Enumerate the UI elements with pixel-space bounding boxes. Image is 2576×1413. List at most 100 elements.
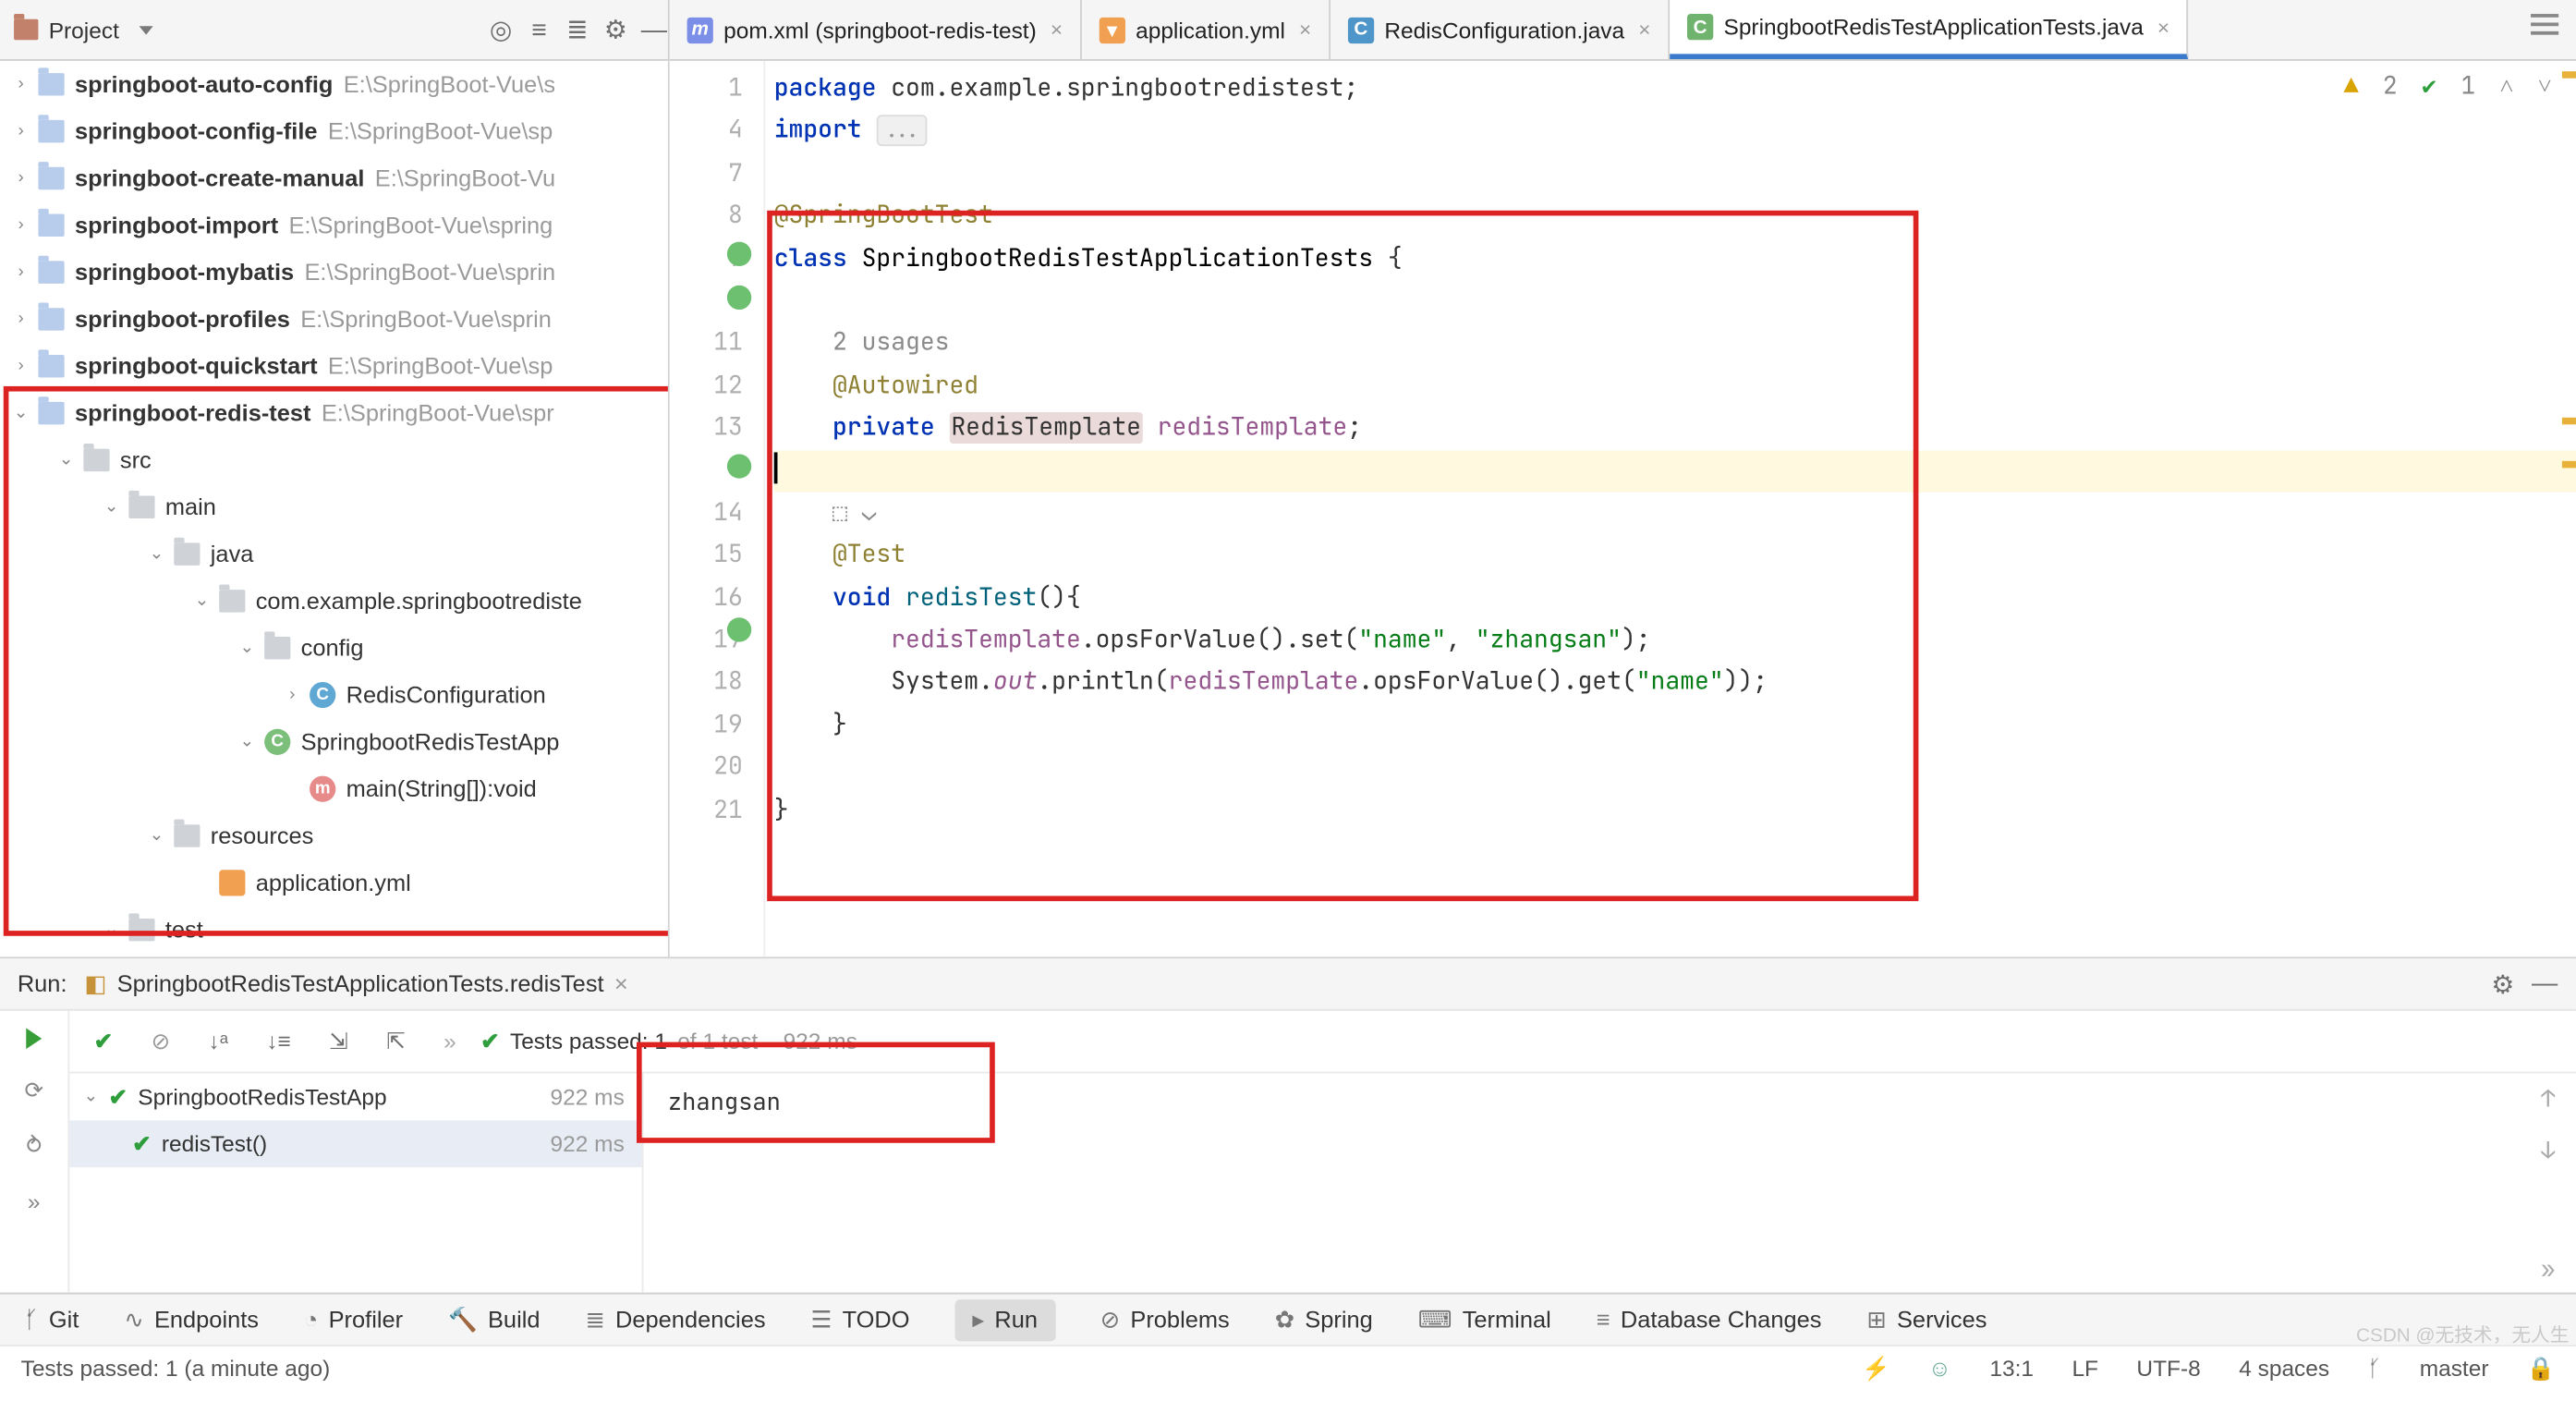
bottom-tool-database-changes[interactable]: ≡Database Changes bbox=[1597, 1307, 1822, 1333]
run-config[interactable]: ◧ SpringbootRedisTestApplicationTests.re… bbox=[84, 969, 627, 997]
tabs-menu-icon[interactable] bbox=[2531, 14, 2558, 35]
tab-yml[interactable]: ▾ application.yml × bbox=[1082, 0, 1331, 59]
run-gutter-icon[interactable] bbox=[727, 242, 751, 266]
toggle-auto-icon[interactable]: ⟳ bbox=[24, 1077, 43, 1104]
close-icon[interactable]: × bbox=[1051, 18, 1063, 42]
tree-item[interactable]: mmain(String[]):void bbox=[0, 765, 668, 812]
console-output[interactable]: zhangsan ↑ ↓ » bbox=[644, 1074, 2576, 1293]
scroll-down-icon[interactable]: ↓ bbox=[2541, 1136, 2555, 1167]
project-panel-title[interactable]: Project bbox=[49, 17, 119, 43]
run-gutter-icon[interactable] bbox=[727, 286, 751, 310]
more-icon[interactable]: » bbox=[28, 1188, 41, 1214]
sort-icon[interactable]: ↓ᵃ bbox=[209, 1029, 228, 1054]
expand-icon[interactable]: ⌄ bbox=[101, 497, 122, 517]
code-editor[interactable]: ▲2 ✔1 ˄ ˅ 147891112131415161718192021 pa… bbox=[670, 61, 2576, 956]
bottom-tool-problems[interactable]: ⊘Problems bbox=[1100, 1306, 1230, 1334]
tree-item[interactable]: ⌄com.example.springbootrediste bbox=[0, 578, 668, 625]
bottom-tool-endpoints[interactable]: ∿Endpoints bbox=[124, 1306, 259, 1334]
test-tree-row[interactable]: ✔redisTest()922 ms bbox=[69, 1120, 641, 1167]
tree-item[interactable]: ›springboot-importE:\SpringBoot-Vue\spri… bbox=[0, 201, 668, 249]
file-encoding[interactable]: UTF-8 bbox=[2136, 1355, 2200, 1381]
bottom-tool-git[interactable]: ᚶGit bbox=[24, 1307, 79, 1333]
expand-icon[interactable]: ⌄ bbox=[237, 733, 258, 752]
expand-icon[interactable]: › bbox=[10, 262, 31, 282]
close-icon[interactable]: × bbox=[2157, 15, 2169, 39]
expand-icon[interactable]: ⌄ bbox=[55, 451, 77, 470]
tree-item[interactable]: ⌄config bbox=[0, 625, 668, 672]
tab-tests[interactable]: C SpringbootRedisTestApplicationTests.ja… bbox=[1670, 0, 2189, 59]
run-gutter-icon[interactable] bbox=[727, 454, 751, 478]
show-ignored-icon[interactable]: ⊘ bbox=[152, 1028, 171, 1055]
line-gutter[interactable]: 147891112131415161718192021 bbox=[670, 61, 766, 956]
sort-dur-icon[interactable]: ↓≡ bbox=[266, 1029, 291, 1054]
collapse-icon[interactable]: ⇱ bbox=[386, 1028, 406, 1055]
minimize-icon[interactable]: — bbox=[2531, 969, 2558, 997]
rerun-icon[interactable] bbox=[26, 1029, 42, 1050]
expand-icon[interactable]: ⌄ bbox=[10, 404, 31, 423]
bottom-tool-dependencies[interactable]: ≣Dependencies bbox=[585, 1306, 765, 1334]
tab-pom[interactable]: m pom.xml (springboot-redis-test) × bbox=[670, 0, 1082, 59]
expand-all-icon[interactable]: ≡ bbox=[526, 16, 553, 43]
close-icon[interactable]: × bbox=[1299, 18, 1311, 42]
expand-icon[interactable]: ⌄ bbox=[146, 826, 167, 846]
minimize-icon[interactable]: — bbox=[640, 16, 668, 43]
tree-item[interactable]: ⌄main bbox=[0, 483, 668, 530]
bottom-tool-profiler[interactable]: ◔Profiler bbox=[304, 1307, 403, 1333]
lock-icon[interactable]: 🔒 bbox=[2527, 1355, 2555, 1383]
tree-item[interactable]: ›springboot-quickstartE:\SpringBoot-Vue\… bbox=[0, 343, 668, 390]
stripe-warning[interactable] bbox=[2562, 461, 2576, 469]
expand-icon[interactable]: › bbox=[282, 686, 303, 705]
tab-redisconfig[interactable]: C RedisConfiguration.java × bbox=[1331, 0, 1670, 59]
close-icon[interactable]: × bbox=[1638, 18, 1650, 42]
expand-icon[interactable]: ⌄ bbox=[237, 639, 258, 658]
run-gutter-icon[interactable] bbox=[727, 617, 751, 641]
tree-item[interactable]: ⌄springboot-redis-testE:\SpringBoot-Vue\… bbox=[0, 390, 668, 437]
bottom-tool-todo[interactable]: ☰TODO bbox=[811, 1306, 910, 1334]
tree-item[interactable]: ⌄java bbox=[0, 530, 668, 578]
tree-item[interactable]: ›springboot-mybatisE:\SpringBoot-Vue\spr… bbox=[0, 249, 668, 296]
expand-icon[interactable]: › bbox=[10, 169, 31, 189]
project-dropdown-icon[interactable] bbox=[140, 25, 153, 33]
ai-robot-icon[interactable]: ☺ bbox=[1928, 1355, 1951, 1381]
expand-icon[interactable]: › bbox=[10, 215, 31, 235]
tree-item[interactable]: ⌄src bbox=[0, 437, 668, 484]
expand-icon[interactable]: › bbox=[10, 357, 31, 376]
expand-icon[interactable]: › bbox=[10, 75, 31, 94]
stripe-warning[interactable] bbox=[2562, 71, 2576, 79]
settings-icon[interactable]: ⚙ bbox=[601, 16, 629, 43]
tree-item[interactable]: ›springboot-create-manualE:\SpringBoot-V… bbox=[0, 155, 668, 202]
bottom-tool-build[interactable]: 🔨Build bbox=[448, 1306, 540, 1334]
tree-item[interactable]: application.yml bbox=[0, 859, 668, 907]
line-separator[interactable]: LF bbox=[2072, 1355, 2098, 1381]
tree-item[interactable]: ›springboot-config-fileE:\SpringBoot-Vue… bbox=[0, 108, 668, 155]
tree-item[interactable]: ›CRedisConfiguration bbox=[0, 672, 668, 719]
collapse-all-icon[interactable]: ≣ bbox=[564, 16, 591, 43]
bottom-tool-run[interactable]: ▸Run bbox=[955, 1298, 1055, 1340]
tree-item[interactable]: ⌄CSpringbootRedisTestApp bbox=[0, 718, 668, 765]
expand-icon[interactable]: ⌄ bbox=[101, 920, 122, 940]
bottom-tool-terminal[interactable]: ⌨Terminal bbox=[1418, 1306, 1551, 1334]
tree-item[interactable]: ›springboot-profilesE:\SpringBoot-Vue\sp… bbox=[0, 296, 668, 343]
more-icon[interactable]: » bbox=[2541, 1254, 2555, 1285]
scroll-up-icon[interactable]: ↑ bbox=[2541, 1084, 2555, 1115]
prev-icon[interactable]: » bbox=[444, 1029, 456, 1054]
stripe-warning[interactable] bbox=[2562, 418, 2576, 425]
expand-icon[interactable]: › bbox=[10, 122, 31, 141]
test-tree-row[interactable]: ⌄✔SpringbootRedisTestApp922 ms bbox=[69, 1074, 641, 1121]
git-branch[interactable]: master bbox=[2420, 1355, 2489, 1381]
test-tree[interactable]: ⌄✔SpringbootRedisTestApp922 ms✔redisTest… bbox=[69, 1074, 643, 1293]
show-passed-icon[interactable]: ✔ bbox=[94, 1028, 114, 1055]
settings-icon[interactable]: ⚙ bbox=[2489, 969, 2517, 997]
close-icon[interactable]: × bbox=[614, 970, 628, 996]
expand-icon[interactable]: ⌄ bbox=[191, 591, 213, 611]
layout-icon[interactable]: ⥁ bbox=[26, 1133, 42, 1161]
tree-item[interactable]: ⌄resources bbox=[0, 812, 668, 859]
caret-position[interactable]: 13:1 bbox=[1989, 1355, 2034, 1381]
bottom-tool-spring[interactable]: ✿Spring bbox=[1275, 1306, 1373, 1334]
expand-icon[interactable]: › bbox=[10, 310, 31, 329]
tree-item[interactable]: ⌄test bbox=[0, 907, 668, 954]
expand-icon[interactable]: ⌄ bbox=[146, 544, 167, 564]
bottom-tool-services[interactable]: ⊞Services bbox=[1866, 1306, 1987, 1334]
ai-icon[interactable]: ⚡ bbox=[1862, 1355, 1889, 1383]
tree-item[interactable]: ›springboot-auto-configE:\SpringBoot-Vue… bbox=[0, 61, 668, 108]
